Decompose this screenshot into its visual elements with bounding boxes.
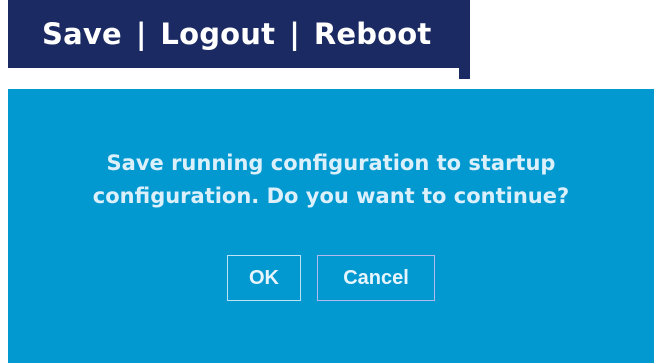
- nav-bar-edge: [459, 68, 470, 79]
- reboot-link[interactable]: Reboot: [314, 17, 432, 51]
- cancel-button[interactable]: Cancel: [317, 255, 435, 301]
- dialog-message: Save running configuration to startup co…: [8, 147, 654, 213]
- confirm-save-dialog: Save running configuration to startup co…: [8, 89, 654, 363]
- save-link[interactable]: Save: [42, 17, 122, 51]
- logout-link[interactable]: Logout: [160, 17, 275, 51]
- top-nav-bar: Save | Logout | Reboot: [8, 0, 470, 79]
- nav-separator: |: [289, 17, 300, 51]
- dialog-buttons: OK Cancel: [8, 255, 654, 301]
- dialog-message-line: Save running configuration to startup: [106, 151, 556, 175]
- ok-button[interactable]: OK: [227, 255, 301, 301]
- dialog-message-line: configuration. Do you want to continue?: [92, 184, 570, 208]
- nav-separator: |: [135, 17, 147, 51]
